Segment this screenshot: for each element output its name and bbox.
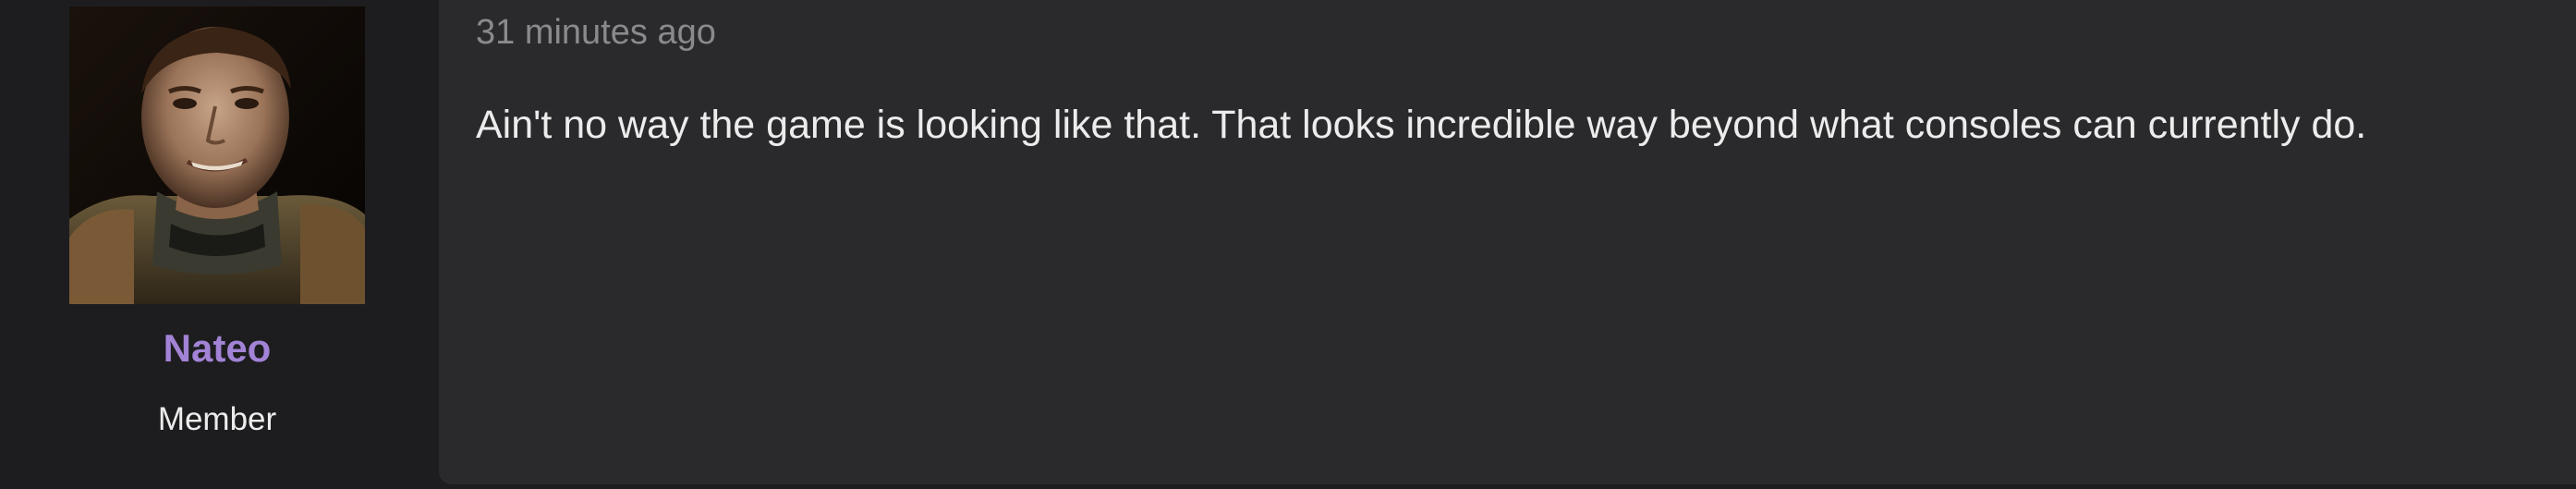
avatar-image	[69, 6, 365, 304]
post-body: Ain't no way the game is looking like th…	[476, 103, 2367, 147]
avatar[interactable]	[69, 6, 365, 304]
username-link[interactable]: Nateo	[0, 326, 434, 371]
forum-post: Nateo Member 31 minutes ago Ain't no way…	[0, 0, 2576, 489]
user-title: Member	[157, 401, 277, 437]
post-message-panel: 31 minutes ago Ain't no way the game is …	[439, 0, 2576, 484]
post-user-panel: Nateo Member	[0, 0, 439, 489]
post-timestamp[interactable]: 31 minutes ago	[476, 13, 716, 53]
